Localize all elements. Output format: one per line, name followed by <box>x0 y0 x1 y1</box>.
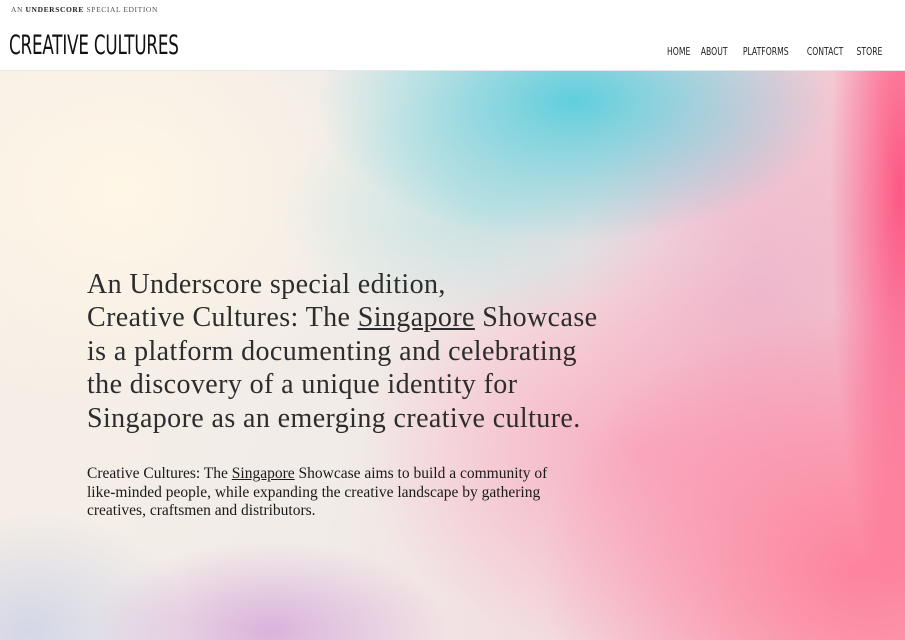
headline-line: the discovery of a unique identity for <box>87 369 518 401</box>
hero-text: An Underscore special edition, Creative … <box>87 268 647 519</box>
hero-description: Creative Cultures: The Singapore Showcas… <box>87 465 567 521</box>
headline-text: Showcase <box>474 302 598 334</box>
tagline-brand: Underscore <box>25 5 85 14</box>
hero-headline: An Underscore special edition, Creative … <box>87 268 647 435</box>
description-line: like-minded people, while expanding the … <box>87 483 541 501</box>
singapore-link[interactable]: Singapore <box>232 465 295 482</box>
description-line: creatives, craftsmen and distributors. <box>87 502 316 520</box>
nav-contact[interactable]: CONTACT <box>807 45 844 58</box>
headline-line: Singapore as an emerging creative cultur… <box>87 402 581 434</box>
site-header: An Underscore Special Edition CREATIVE C… <box>0 0 905 71</box>
tagline-suffix: Special Edition <box>86 5 158 14</box>
tagline: An Underscore Special Edition <box>11 5 158 14</box>
nav-platforms[interactable]: PLATFORMS <box>743 45 789 58</box>
hero-section: An Underscore special edition, Creative … <box>0 71 905 640</box>
description-line: Creative Cultures: The Singapore Showcas… <box>87 465 567 484</box>
description-text: Showcase aims to build a community of <box>294 465 548 482</box>
site-logo[interactable]: CREATIVE CULTURES <box>9 29 179 63</box>
tagline-prefix: An <box>11 5 24 14</box>
nav-home[interactable]: HOME <box>667 45 690 58</box>
description-text: Creative Cultures: The <box>87 465 232 482</box>
headline-line: Creative Cultures: The Singapore Showcas… <box>87 301 647 334</box>
nav-about[interactable]: ABOUT <box>701 45 728 58</box>
singapore-link[interactable]: Singapore <box>358 302 475 333</box>
headline-line: is a platform documenting and celebratin… <box>87 335 577 367</box>
headline-line: An Underscore special edition, <box>87 269 446 300</box>
nav-store[interactable]: STORE <box>857 45 883 58</box>
main-nav: HOME ABOUT PLATFORMS CONTACT STORE <box>667 45 883 58</box>
headline-text: Creative Cultures: The <box>87 302 358 334</box>
